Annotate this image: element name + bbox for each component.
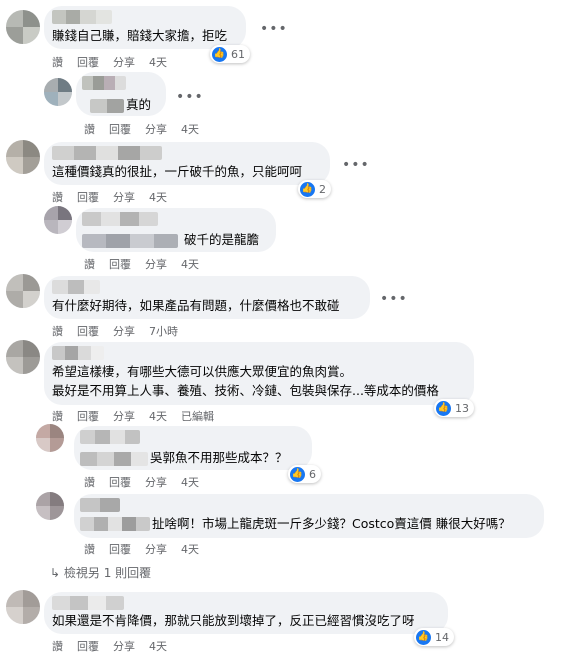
commenter-name[interactable] — [52, 280, 100, 294]
view-more-replies-link[interactable]: ↳ 檢視另 1 則回覆 — [50, 564, 151, 581]
commenter-name[interactable] — [52, 596, 124, 610]
share-button[interactable]: 分享 — [145, 121, 167, 137]
more-options-icon[interactable]: ••• — [176, 90, 204, 104]
mentioned-name[interactable] — [90, 99, 124, 113]
comment-text: 賺錢自己賺，賠錢大家擔，拒吃 — [52, 28, 228, 43]
timestamp[interactable]: 4天 — [181, 541, 199, 557]
timestamp[interactable]: 4天 — [149, 408, 167, 424]
share-button[interactable]: 分享 — [145, 474, 167, 490]
mentioned-name[interactable] — [80, 452, 148, 466]
share-button[interactable]: 分享 — [113, 323, 135, 339]
comment-text: 這種價錢真的很扯，一斤破千的魚，只能呵呵 — [52, 164, 303, 179]
reply-button[interactable]: 回覆 — [77, 189, 99, 205]
reaction-count[interactable]: 👍 61 — [210, 45, 250, 63]
timestamp[interactable]: 4天 — [149, 189, 167, 205]
like-button[interactable]: 讚 — [52, 408, 63, 424]
like-button[interactable]: 讚 — [52, 189, 63, 205]
comment-actions: 讚回覆 分享 4天 — [84, 256, 213, 272]
commenter-name[interactable] — [82, 76, 126, 90]
comment-actions: 讚回覆 分享 4天 — [52, 189, 181, 205]
thumbs-up-icon: 👍 — [290, 466, 305, 482]
timestamp[interactable]: 4天 — [149, 638, 167, 654]
comment-text: 有什麼好期待，如果產品有問題，什麼價格也不敢碰 — [52, 298, 340, 313]
more-options-icon[interactable]: ••• — [380, 292, 408, 306]
like-button[interactable]: 讚 — [84, 541, 95, 557]
avatar[interactable] — [36, 492, 64, 520]
commenter-name[interactable] — [52, 346, 104, 360]
commenter-name[interactable] — [82, 212, 158, 226]
thumbs-up-icon: 👍 — [436, 400, 451, 416]
comment-actions: 讚回覆 分享 4天 — [84, 541, 213, 557]
reply-button[interactable]: 回覆 — [109, 541, 131, 557]
comment-text: 破千的是龍膽 — [184, 232, 260, 247]
like-button[interactable]: 讚 — [52, 638, 63, 654]
share-button[interactable]: 分享 — [113, 189, 135, 205]
commenter-name[interactable] — [80, 498, 120, 512]
more-options-icon[interactable]: ••• — [342, 158, 370, 172]
commenter-name[interactable] — [80, 430, 140, 444]
commenter-name[interactable] — [52, 10, 112, 24]
comment-text: 真的 — [126, 97, 152, 112]
comment-text: 扯啥啊！市場上龍虎斑一斤多少錢？Costco賣這價 賺很大好嗎？ — [152, 516, 511, 531]
reaction-count[interactable]: 👍 2 — [298, 180, 331, 198]
reaction-count[interactable]: 👍 6 — [288, 465, 321, 483]
thumbs-up-icon: 👍 — [416, 629, 431, 645]
comment-actions: 讚回覆 分享 7小時 — [52, 323, 192, 339]
like-button[interactable]: 讚 — [84, 256, 95, 272]
comment-actions: 讚回覆 分享 4天 — [84, 474, 213, 490]
avatar[interactable] — [6, 140, 40, 174]
reply-arrow-icon: ↳ — [50, 566, 61, 580]
share-button[interactable]: 分享 — [113, 408, 135, 424]
share-button[interactable]: 分享 — [145, 256, 167, 272]
timestamp[interactable]: 4天 — [181, 474, 199, 490]
more-options-icon[interactable]: ••• — [260, 22, 288, 36]
comment-text-line-1: 希望這樣棲，有哪些大德可以供應大眾便宜的魚肉賞。 — [52, 364, 353, 379]
timestamp[interactable]: 4天 — [181, 121, 199, 137]
like-button[interactable]: 讚 — [84, 121, 95, 137]
avatar[interactable] — [6, 274, 40, 308]
comment-text-line-2: 最好是不用算上人事、養殖、技術、冷鏈、包裝與保存...等成本的價格 — [52, 383, 439, 398]
comment-actions: 讚回覆 分享 4天 — [52, 54, 181, 70]
like-button[interactable]: 讚 — [52, 54, 63, 70]
avatar[interactable] — [44, 78, 72, 106]
view-more-replies-label: 檢視另 1 則回覆 — [63, 566, 152, 580]
share-button[interactable]: 分享 — [113, 638, 135, 654]
comment-actions: 讚回覆 分享 4天 — [52, 638, 181, 654]
commenter-name[interactable] — [52, 146, 162, 160]
thumbs-up-icon: 👍 — [300, 181, 315, 197]
reply-button[interactable]: 回覆 — [77, 323, 99, 339]
like-button[interactable]: 讚 — [84, 474, 95, 490]
reply-button[interactable]: 回覆 — [77, 54, 99, 70]
reply-button[interactable]: 回覆 — [109, 256, 131, 272]
share-button[interactable]: 分享 — [145, 541, 167, 557]
avatar[interactable] — [44, 206, 72, 234]
mentioned-name[interactable] — [80, 517, 150, 531]
timestamp[interactable]: 4天 — [149, 54, 167, 70]
avatar[interactable] — [36, 424, 64, 452]
comment-actions: 讚回覆 分享 4天 — [84, 121, 213, 137]
timestamp[interactable]: 4天 — [181, 256, 199, 272]
reaction-count[interactable]: 👍 14 — [414, 628, 454, 646]
avatar[interactable] — [6, 590, 40, 624]
reaction-count[interactable]: 👍 13 — [434, 399, 474, 417]
reply-button[interactable]: 回覆 — [77, 408, 99, 424]
mentioned-name[interactable] — [82, 234, 178, 248]
avatar[interactable] — [6, 340, 40, 374]
comment-actions: 讚回覆 分享 4天 已編輯 — [52, 408, 228, 424]
timestamp[interactable]: 7小時 — [149, 323, 178, 339]
edited-label[interactable]: 已編輯 — [181, 408, 214, 424]
share-button[interactable]: 分享 — [113, 54, 135, 70]
reply-button[interactable]: 回覆 — [109, 474, 131, 490]
comment-text: 吳郭魚不用那些成本？？ — [150, 450, 288, 465]
thumbs-up-icon: 👍 — [212, 46, 227, 62]
like-button[interactable]: 讚 — [52, 323, 63, 339]
comment-text: 如果還是不肯降價，那就只能放到壞掉了，反正已經習慣沒吃了呀 — [52, 613, 415, 628]
reply-button[interactable]: 回覆 — [77, 638, 99, 654]
reply-button[interactable]: 回覆 — [109, 121, 131, 137]
avatar[interactable] — [6, 10, 40, 44]
